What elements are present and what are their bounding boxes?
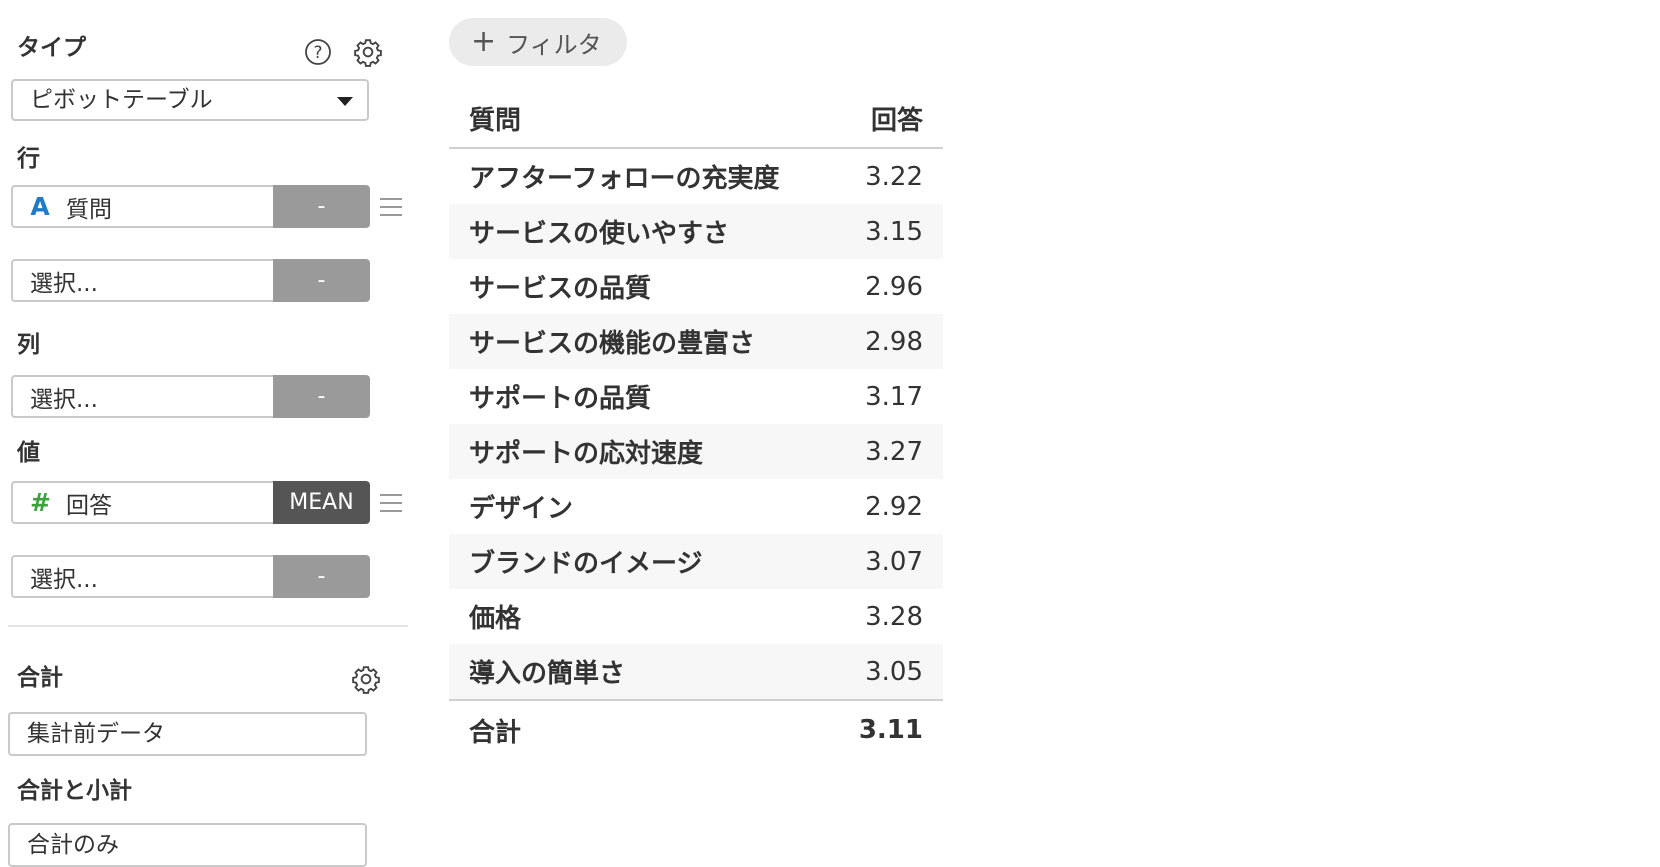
table-row: サポートの品質 3.17 — [449, 369, 943, 424]
value-field-empty-agg-button[interactable]: - — [273, 555, 370, 598]
row-field-name: 質問 — [66, 196, 112, 223]
chevron-down-icon — [337, 97, 353, 106]
row-field-selector[interactable]: A 質問 — [11, 185, 273, 228]
value-field-placeholder: 選択... — [30, 566, 98, 593]
drag-handle-icon[interactable] — [380, 494, 402, 512]
cell-value: 3.15 — [865, 216, 923, 247]
type-label: タイプ — [17, 35, 86, 61]
row-field-selector-empty[interactable]: 選択... — [11, 259, 273, 302]
gear-icon[interactable] — [353, 37, 383, 67]
text-type-icon: A — [30, 192, 50, 221]
col-field-selector[interactable]: 選択... — [11, 375, 273, 418]
column-header-answer[interactable]: 回答 — [803, 100, 943, 137]
cell-value: 2.92 — [865, 491, 923, 522]
total-row-value: 3.11 — [858, 715, 923, 745]
subtotal-select[interactable]: 合計のみ — [8, 823, 367, 867]
row-header: サービスの機能の豊富さ — [469, 329, 756, 359]
svg-text:?: ? — [313, 43, 322, 63]
help-icon[interactable]: ? — [303, 37, 333, 67]
plus-icon: + — [471, 24, 497, 59]
row-field-agg-button[interactable]: - — [273, 185, 370, 228]
table-row: デザイン 2.92 — [449, 479, 943, 534]
rows-label: 行 — [17, 146, 40, 172]
row-field-question: A 質問 - — [11, 185, 370, 228]
table-row: ブランドのイメージ 3.07 — [449, 534, 943, 589]
number-type-icon: # — [30, 488, 51, 517]
value-field-empty: 選択... - — [11, 555, 370, 598]
total-select[interactable]: 集計前データ — [8, 712, 367, 756]
row-header: サポートの応対速度 — [469, 439, 704, 469]
cell-value: 2.98 — [865, 326, 923, 357]
cell-value: 3.28 — [865, 601, 923, 632]
table-row: 導入の簡単さ 3.05 — [449, 644, 943, 699]
col-field-empty: 選択... - — [11, 375, 370, 418]
total-label: 合計 — [17, 665, 63, 691]
row-header: 価格 — [469, 604, 522, 634]
pivot-header-row: 質問 回答 — [449, 90, 943, 149]
row-field-empty-agg-button[interactable]: - — [273, 259, 370, 302]
drag-handle-icon[interactable] — [380, 198, 402, 216]
values-label: 値 — [17, 440, 40, 466]
filter-button-label: フィルタ — [506, 30, 602, 59]
col-field-agg-button[interactable]: - — [273, 375, 370, 418]
columns-label: 列 — [17, 332, 40, 358]
pivot-body: アフターフォローの充実度 3.22 サービスの使いやすさ 3.15 サービスの品質 2… — [449, 149, 943, 699]
value-field-selector[interactable]: # 回答 — [11, 481, 273, 524]
total-row-label: 合計 — [469, 717, 522, 748]
value-field-name: 回答 — [66, 492, 112, 519]
cell-value: 3.27 — [865, 436, 923, 467]
pivot-total-row: 合計 3.11 — [449, 699, 943, 759]
row-header: サービスの品質 — [469, 274, 652, 304]
value-field-selector-empty[interactable]: 選択... — [11, 555, 273, 598]
row-header: 導入の簡単さ — [469, 659, 626, 689]
add-filter-button[interactable]: + フィルタ — [449, 18, 627, 66]
table-row: サービスの機能の豊富さ 2.98 — [449, 314, 943, 369]
config-panel: タイプ ? ピボットテーブル 行 A 質問 - 選択... - 列 選択... … — [0, 0, 420, 867]
row-field-empty: 選択... - — [11, 259, 370, 302]
cell-value: 3.05 — [865, 656, 923, 687]
pivot-table: 質問 回答 アフターフォローの充実度 3.22 サービスの使いやすさ 3.15 サー… — [449, 90, 943, 759]
row-header: サービスの使いやすさ — [469, 219, 730, 249]
chart-type-value: ピボットテーブル — [30, 87, 213, 113]
cell-value: 2.96 — [865, 271, 923, 302]
row-header: サポートの品質 — [469, 384, 652, 414]
col-field-placeholder: 選択... — [30, 386, 98, 413]
divider — [8, 625, 408, 627]
row-field-placeholder: 選択... — [30, 270, 98, 297]
row-header: ブランドのイメージ — [469, 549, 703, 579]
table-row: サポートの応対速度 3.27 — [449, 424, 943, 479]
table-row: アフターフォローの充実度 3.22 — [449, 149, 943, 204]
chart-type-select[interactable]: ピボットテーブル — [11, 79, 369, 121]
column-header-question[interactable]: 質問 — [449, 100, 803, 137]
cell-value: 3.07 — [865, 546, 923, 577]
cell-value: 3.22 — [865, 161, 923, 192]
table-row: サービスの品質 2.96 — [449, 259, 943, 314]
value-field-agg-button[interactable]: MEAN — [273, 481, 370, 524]
gear-icon[interactable] — [351, 664, 381, 694]
cell-value: 3.17 — [865, 381, 923, 412]
subtotal-label: 合計と小計 — [17, 778, 132, 804]
row-header: デザイン — [469, 494, 574, 524]
table-row: サービスの使いやすさ 3.15 — [449, 204, 943, 259]
table-row: 価格 3.28 — [449, 589, 943, 644]
value-field-answer: # 回答 MEAN — [11, 481, 370, 524]
row-header: アフターフォローの充実度 — [469, 164, 780, 194]
